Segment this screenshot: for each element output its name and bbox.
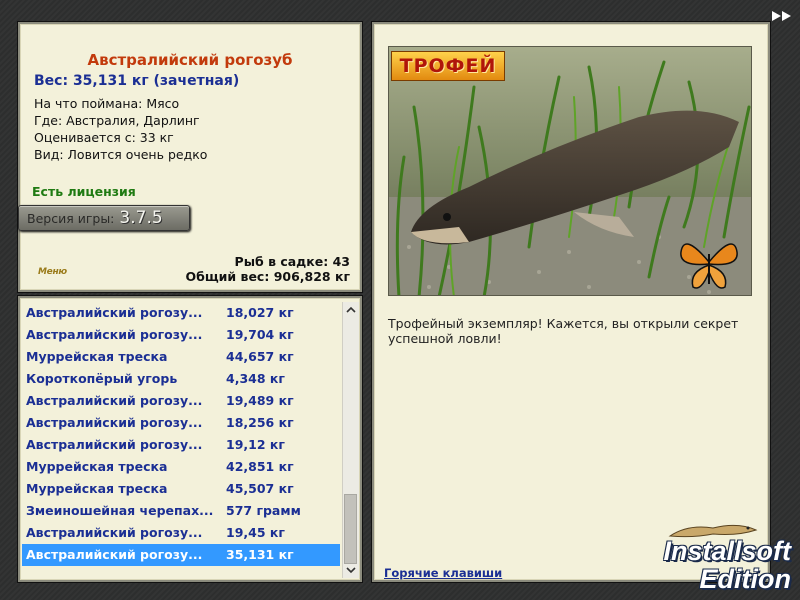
version-label: Версия игры: (27, 210, 115, 226)
trophy-message: Трофейный экземпляр! Кажется, вы открыли… (388, 316, 739, 346)
fish-weight: Вес: 35,131 кг (зачетная) (34, 73, 240, 89)
fish-valued-from: Оценивается с: 33 кг (34, 130, 174, 145)
catch-item-name: Змеиношейная черепах... (26, 503, 214, 518)
installsoft-watermark: Installsoft Edition (640, 518, 795, 596)
catch-list-item[interactable]: Австралийский рогозу... 19,12 кг (22, 434, 340, 456)
catch-list-item[interactable]: Австралийский рогозу... 19,704 кг (22, 324, 340, 346)
catch-list-item[interactable]: Короткопёрый угорь 4,348 кг (22, 368, 340, 390)
catch-item-name: Короткопёрый угорь (26, 371, 178, 386)
fish-name: Австралийский рогозуб (87, 51, 293, 69)
catch-item-name: Муррейская треска (26, 349, 168, 364)
trophy-badge: ТРОФЕЙ (391, 51, 505, 81)
watermark-line2: Edition (699, 564, 791, 594)
catch-list-panel: Австралийский рогозу... 18,027 кг Австрали… (18, 296, 362, 582)
scroll-thumb[interactable] (344, 494, 357, 564)
catch-item-weight: 577 грамм (226, 503, 301, 518)
catch-item-name: Австралийский рогозу... (26, 547, 203, 562)
scroll-down-button[interactable] (343, 562, 359, 578)
catch-list-item[interactable]: Змеиношейная черепах... 577 грамм (22, 500, 340, 522)
fish-location: Где: Австралия, Дарлинг (34, 113, 200, 128)
fast-forward-button[interactable] (770, 8, 794, 24)
hotkeys-link[interactable]: Горячие клавиши (384, 566, 502, 580)
catch-item-weight: 4,348 кг (226, 371, 285, 386)
catch-list-item[interactable]: Австралийский рогозу... 35,131 кг (22, 544, 340, 566)
fast-forward-icon (772, 11, 791, 21)
catch-list-scrollbar[interactable] (342, 302, 359, 578)
catch-list-item[interactable]: Австралийский рогозу... 18,027 кг (22, 302, 340, 324)
version-badge: Версия игры: 3.7.5 (18, 205, 190, 231)
catch-item-weight: 45,507 кг (226, 481, 294, 496)
total-weight: Общий вес: 906,828 кг (185, 269, 351, 284)
fish-bait: На что поймана: Мясо (34, 96, 180, 111)
fish-photo: ТРОФЕЙ (388, 46, 752, 296)
catch-item-name: Австралийский рогозу... (26, 327, 203, 342)
version-value: 3.7.5 (119, 208, 163, 228)
watermark-line1: Installsoft (663, 536, 791, 566)
catch-list-item[interactable]: Муррейская треска 42,851 кг (22, 456, 340, 478)
catch-item-name: Австралийский рогозу... (26, 305, 203, 320)
catch-item-weight: 19,489 кг (226, 393, 294, 408)
catch-item-weight: 35,131 кг (226, 547, 294, 562)
chevron-up-icon (346, 306, 356, 313)
catch-item-weight: 19,12 кг (226, 437, 285, 452)
catch-item-weight: 19,704 кг (226, 327, 294, 342)
menu-button[interactable]: Меню (38, 267, 67, 277)
catch-item-name: Муррейская треска (26, 481, 168, 496)
catch-list-item[interactable]: Муррейская треска 45,507 кг (22, 478, 340, 500)
catch-detail-panel: ТРОФЕЙ Трофейный экземпляр! Кажется, вы … (372, 22, 770, 582)
catch-item-name: Австралийский рогозу... (26, 437, 203, 452)
fish-count: Рыб в садке: 43 (234, 254, 350, 269)
chevron-down-icon (346, 567, 356, 574)
catch-item-weight: 18,027 кг (226, 305, 294, 320)
license-status: Есть лицензия (32, 184, 136, 199)
fish-rarity: Вид: Ловится очень редко (34, 147, 208, 162)
scroll-up-button[interactable] (343, 302, 359, 318)
catch-list-item[interactable]: Австралийский рогозу... 19,45 кг (22, 522, 340, 544)
catch-item-name: Австралийский рогозу... (26, 415, 203, 430)
catch-list-item[interactable]: Муррейская треска 44,657 кг (22, 346, 340, 368)
catch-item-weight: 42,851 кг (226, 459, 294, 474)
catch-item-name: Австралийский рогозу... (26, 393, 203, 408)
catch-list: Австралийский рогозу... 18,027 кг Австрали… (22, 302, 340, 566)
catch-item-weight: 18,256 кг (226, 415, 294, 430)
catch-list-item[interactable]: Австралийский рогозу... 19,489 кг (22, 390, 340, 412)
fish-illustration (389, 47, 751, 295)
catch-list-item[interactable]: Австралийский рогозу... 18,256 кг (22, 412, 340, 434)
catch-item-name: Муррейская треска (26, 459, 168, 474)
catch-item-weight: 19,45 кг (226, 525, 285, 540)
catch-item-weight: 44,657 кг (226, 349, 294, 364)
catch-item-name: Австралийский рогозу... (26, 525, 203, 540)
fish-info-panel: Австралийский рогозуб Вес: 35,131 кг (за… (18, 22, 362, 292)
